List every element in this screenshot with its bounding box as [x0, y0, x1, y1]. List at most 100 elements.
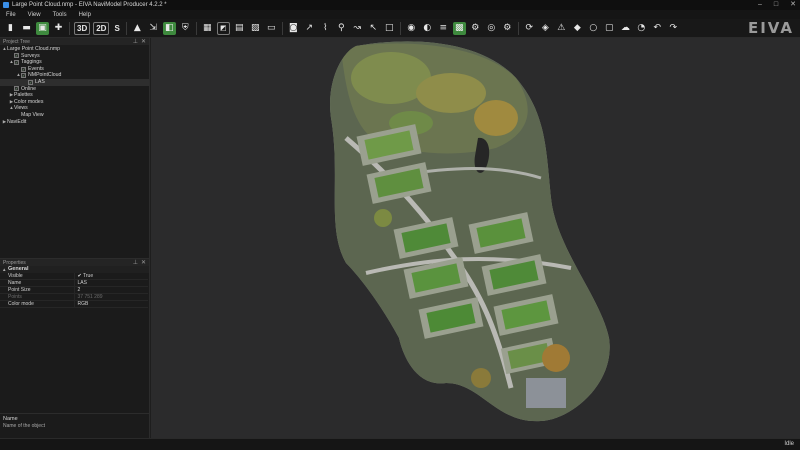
property-value[interactable]: 37 751 289 — [73, 293, 148, 302]
view-2d-button[interactable]: 2D — [93, 21, 110, 35]
export-icon[interactable]: ⇲ — [147, 22, 160, 35]
gauge-icon[interactable]: ◔ — [635, 22, 648, 35]
property-row[interactable]: Visible ✔ True — [0, 273, 148, 281]
ruler-icon[interactable]: ▭ — [265, 22, 278, 35]
tree-item[interactable]: ✓ Events — [0, 66, 149, 73]
undo-icon[interactable]: ↶ — [651, 22, 664, 35]
point-cloud-render[interactable] — [151, 38, 800, 438]
tree-item[interactable]: ✓ LAS — [0, 78, 149, 86]
layers-icon[interactable]: ◈ — [539, 22, 552, 35]
route-icon[interactable]: ↝ — [351, 22, 364, 35]
diamond-icon[interactable]: ◆ — [571, 22, 584, 35]
close-icon[interactable]: ✕ — [790, 1, 796, 9]
toolbar-separator — [517, 21, 519, 35]
target-icon[interactable]: ◎ — [485, 22, 498, 35]
close-icon[interactable]: ✕ — [141, 259, 146, 266]
visibility-checkbox[interactable]: ✓ — [21, 73, 26, 79]
warning-icon[interactable]: ⚠ — [555, 22, 568, 35]
circle-icon[interactable]: ○ — [587, 22, 600, 35]
tree-item[interactable]: ▲ Large Point Cloud.nmp — [0, 46, 149, 53]
tree-item-label: Palettes — [14, 92, 33, 99]
tree-item-label: Views — [14, 105, 28, 112]
menu-view[interactable]: View — [28, 12, 41, 18]
point-cloud-content — [330, 41, 610, 422]
rectangle-icon[interactable]: □ — [383, 22, 396, 35]
grid-icon[interactable]: ▦ — [201, 22, 214, 35]
eiva-logo: EIVA — [747, 19, 794, 37]
new-project-icon[interactable]: ▮ — [4, 22, 17, 35]
visibility-checkbox[interactable]: ✓ — [14, 59, 19, 65]
tree-item[interactable]: ▲ ✓ NMPointCloud — [0, 72, 149, 79]
tree-item-label: Large Point Cloud.nmp — [7, 46, 61, 52]
tree-item[interactable]: ▶ NaviEdit — [0, 119, 149, 126]
tree-item[interactable]: ✓ Online — [0, 86, 149, 93]
half-circle-icon[interactable]: ◐ — [421, 22, 434, 35]
visibility-checkbox[interactable]: ✓ — [14, 53, 19, 59]
tree-item-label: Events — [28, 65, 44, 72]
tree-item[interactable]: ▶ Color modes — [0, 99, 149, 106]
property-value[interactable]: LAS — [73, 279, 148, 288]
toolbar-separator — [281, 21, 283, 35]
view-3d-button[interactable]: 3D — [74, 21, 91, 35]
measure-icon[interactable]: ↗ — [303, 22, 316, 35]
description-text: Name of the object — [3, 423, 45, 429]
tree-item[interactable]: ✓ Surveys — [0, 53, 149, 60]
property-row[interactable]: Name LAS — [0, 279, 148, 288]
property-row[interactable]: Color mode RGB — [0, 300, 148, 309]
property-name: Visible — [0, 273, 74, 281]
filter-icon[interactable]: ⚙ — [501, 22, 514, 35]
pin-icon[interactable]: ⚲ — [335, 22, 348, 35]
visibility-checkbox[interactable]: ✓ — [14, 86, 19, 92]
map-icon[interactable]: ◩ — [216, 21, 230, 35]
maximize-icon[interactable]: □ — [774, 1, 778, 9]
minimize-icon[interactable]: – — [758, 1, 762, 9]
open-project-icon[interactable]: ▬ — [20, 22, 33, 35]
tree-item-label: LAS — [35, 78, 45, 85]
menu-help[interactable]: Help — [79, 12, 91, 18]
table-icon[interactable]: ▤ — [233, 22, 246, 35]
pin-icon[interactable]: ⊥ — [133, 259, 138, 266]
close-icon[interactable]: ✕ — [141, 38, 146, 45]
eye-icon[interactable]: ◉ — [405, 22, 418, 35]
square-icon[interactable]: ▢ — [603, 22, 616, 35]
property-description: Name Name of the object — [0, 413, 149, 438]
property-value[interactable]: ✔ True — [73, 273, 148, 281]
property-value-text: LAS — [77, 280, 87, 287]
tree-item-label: NaviEdit — [7, 118, 27, 125]
tree-item[interactable]: ▲ Views — [0, 105, 149, 112]
project-tree: ▲ Large Point Cloud.nmp ✓ Surveys ▲ ✓ Taggings… — [0, 45, 149, 125]
property-value[interactable]: RGB — [73, 300, 148, 309]
visibility-checkbox[interactable]: ✓ — [28, 79, 33, 85]
camera-icon[interactable]: ◙ — [287, 22, 300, 35]
north-arrow-icon[interactable]: ▲ — [131, 22, 144, 35]
select-icon[interactable]: ↖ — [367, 22, 380, 35]
property-row[interactable]: Points 37 751 289 — [0, 293, 148, 302]
cloud-icon[interactable]: ☁ — [619, 22, 632, 35]
connect-icon[interactable]: ✚ — [52, 22, 65, 35]
image-icon[interactable]: ▧ — [249, 22, 262, 35]
lines-icon[interactable]: ≡ — [437, 22, 450, 35]
settings-icon[interactable]: ⚙ — [469, 22, 482, 35]
polyline-icon[interactable]: ⌇ — [319, 22, 332, 35]
tree-item[interactable]: ▲ ✓ Taggings — [0, 59, 149, 66]
property-group[interactable]: ▲ General — [0, 266, 149, 273]
property-group-label: General — [8, 266, 29, 272]
sync-icon[interactable]: ⟳ — [523, 22, 536, 35]
property-value[interactable]: 2 — [73, 286, 148, 295]
redo-icon[interactable]: ↷ — [667, 22, 680, 35]
tree-item[interactable]: Map View — [0, 112, 149, 119]
view-s-button[interactable]: S — [112, 22, 121, 35]
point-cloud-icon[interactable]: ▩ — [452, 21, 466, 35]
pin-icon[interactable]: ⊥ — [133, 38, 138, 45]
layer-icon[interactable]: ◧ — [162, 21, 176, 35]
visibility-checkbox[interactable]: ✓ — [21, 66, 26, 72]
map-viewport[interactable] — [151, 38, 800, 438]
menu-tools[interactable]: Tools — [53, 12, 67, 18]
toolbar-separator — [69, 21, 70, 35]
menu-file[interactable]: File — [6, 12, 16, 18]
tree-item-label: Online — [21, 85, 36, 92]
property-row[interactable]: Point Size 2 — [0, 286, 148, 295]
shield-icon[interactable]: ⛨ — [179, 22, 192, 35]
tree-item[interactable]: ▶ Palettes — [0, 92, 149, 99]
import-data-icon[interactable]: ▣ — [36, 21, 49, 35]
